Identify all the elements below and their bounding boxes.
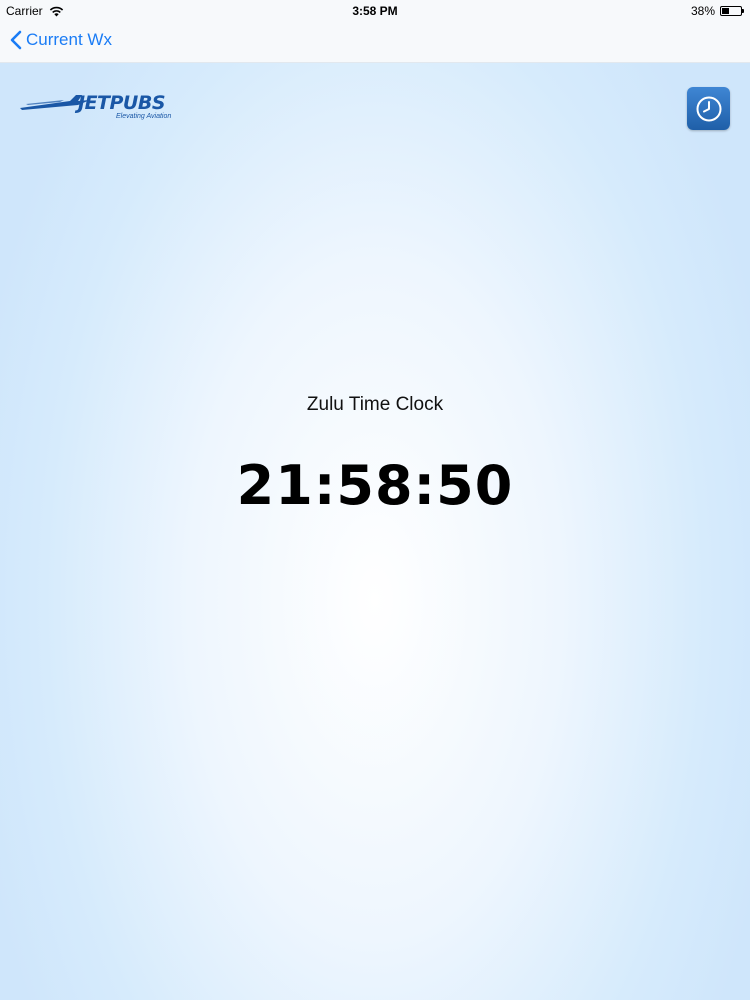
status-time: 3:58 PM (352, 4, 398, 18)
chevron-left-icon (10, 30, 22, 50)
battery-percent: 38% (690, 4, 715, 18)
jetpubs-logo: JETPUBS Elevating Aviation (20, 92, 180, 126)
clock-title: Zulu Time Clock (306, 394, 444, 415)
status-right: 38% (690, 4, 744, 18)
back-button-label: Current Wx (26, 30, 112, 49)
battery-icon (720, 6, 744, 16)
back-button[interactable]: Current Wx (10, 30, 112, 50)
clock-button[interactable] (687, 87, 730, 130)
clock-icon (696, 96, 721, 121)
status-bar: Carrier 3:58 PM 38% (0, 0, 750, 22)
logo-wordmark: JETPUBS (78, 92, 166, 114)
navigation-bar: Current Wx (0, 22, 750, 63)
zulu-time-display: 21:58:50 (236, 454, 514, 517)
logo-tagline: Elevating Aviation (116, 113, 172, 120)
battery-fill (722, 8, 729, 14)
